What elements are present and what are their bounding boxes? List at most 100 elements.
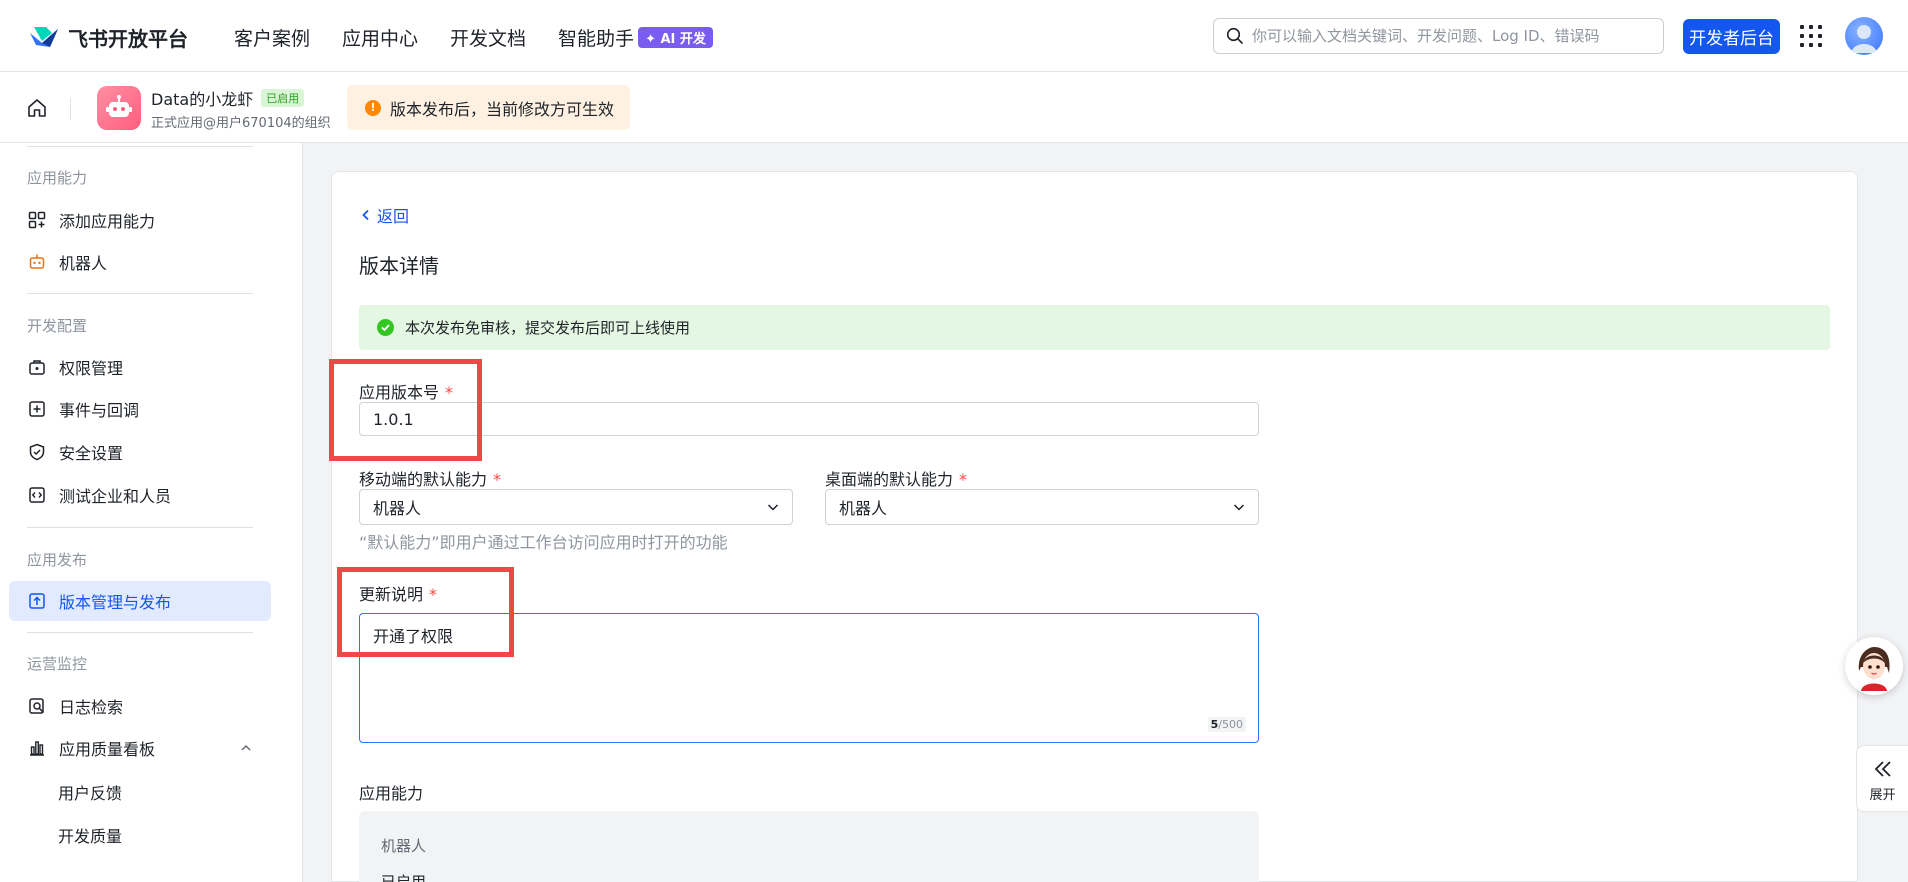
divider [70,98,71,120]
assistant-avatar[interactable] [1845,637,1903,695]
divider [27,632,253,633]
search-icon [1226,27,1243,44]
chevron-left-icon [362,209,369,221]
version-input[interactable]: 1.0.1 [359,402,1259,436]
sidebar-item-bot[interactable]: 机器人 [27,250,107,274]
user-avatar[interactable] [1845,17,1883,55]
search-box[interactable] [1213,18,1664,54]
app-robot-icon [97,86,141,130]
expand-panel-button[interactable]: 展开 [1856,745,1908,812]
assistant-character-icon [1849,641,1899,691]
sidebar-group-capability: 应用能力 [27,169,88,187]
publish-notice: ! 版本发布后，当前修改方可生效 [347,85,630,130]
default-capability-hint: “默认能力”即用户通过工作台访问应用时打开的功能 [359,533,728,552]
desktop-default-select[interactable]: 机器人 [825,489,1259,525]
nav-assistant[interactable]: 智能助手 ✦ AI 开发 [558,24,713,51]
version-detail-card [331,171,1858,882]
notice-text: 版本发布后，当前修改方可生效 [390,99,615,119]
back-link[interactable]: 返回 [359,203,409,227]
nav-cases[interactable]: 客户案例 [234,24,310,51]
sidebar-item-dev-quality[interactable]: 开发质量 [58,823,122,847]
warning-icon: ! [365,99,381,116]
capability-section-title: 应用能力 [359,784,424,803]
sidebar-item-events[interactable]: 事件与回调 [27,397,139,421]
chevron-down-icon [767,504,779,511]
sidebar-item-add-capability[interactable]: 添加应用能力 [27,208,155,232]
mobile-default-value: 机器人 [373,499,422,518]
sidebar-item-version-release[interactable]: 版本管理与发布 [9,581,271,621]
sidebar-item-user-feedback[interactable]: 用户反馈 [58,780,122,804]
code-icon [27,485,47,505]
update-notes-label: 更新说明 * [359,581,437,605]
sidebar-item-label: 事件与回调 [59,401,140,420]
sidebar-item-quality-board[interactable]: 应用质量看板 [27,736,253,760]
success-banner: 本次发布免审核，提交发布后即可上线使用 [359,305,1830,350]
mobile-default-select[interactable]: 机器人 [359,489,793,525]
success-text: 本次发布免审核，提交发布后即可上线使用 [405,319,691,337]
sidebar-item-label: 应用质量看板 [59,740,156,759]
chevron-down-icon [1233,504,1245,511]
sidebar-item-label: 权限管理 [59,359,124,378]
desktop-default-label: 桌面端的默认能力 * [825,466,967,490]
capability-box: 机器人 已启用 [359,811,1259,882]
nav-app-center[interactable]: 应用中心 [342,24,418,51]
sidebar-item-label: 添加应用能力 [59,212,156,231]
brand-name: 飞书开放平台 [68,26,188,51]
required-mark: * [429,585,438,604]
required-mark: * [445,383,454,402]
app-grid-icon[interactable] [1800,25,1822,47]
main-nav: 客户案例 应用中心 开发文档 智能助手 ✦ AI 开发 [234,24,713,51]
search-input[interactable] [1252,27,1642,45]
ai-badge: ✦ AI 开发 [638,27,713,48]
bar-chart-icon [27,738,47,758]
sidebar-item-label: 日志检索 [59,698,124,717]
sidebar-item-label: 测试企业和人员 [59,487,172,506]
home-icon[interactable] [26,97,48,119]
update-notes-value: 开通了权限 [373,627,454,646]
app-name: Data的小龙虾 已启用 [151,86,305,110]
sidebar-item-log-search[interactable]: 日志检索 [27,694,123,718]
nav-assistant-label: 智能助手 [558,28,635,50]
required-mark: * [959,470,968,489]
app-header-bar: Data的小龙虾 已启用 正式应用@用户670104的组织 ! 版本发布后，当前… [0,72,1908,143]
sidebar-group-ops: 运营监控 [27,655,88,673]
top-navigation: 飞书开放平台 客户案例 应用中心 开发文档 智能助手✦ AI 开发 开发者后台 [0,0,1908,72]
robot-icon [27,252,47,272]
sidebar-item-label: 安全设置 [59,444,124,463]
sidebar-item-test-org[interactable]: 测试企业和人员 [27,483,171,507]
sidebar: 应用能力 添加应用能力 机器人 开发配置 权限管理 事件与回调 安全设置 测试企… [0,143,303,882]
expand-label: 展开 [1869,788,1896,803]
mobile-default-label: 移动端的默认能力 * [359,466,501,490]
app-name-text: Data的小龙虾 [151,90,254,109]
update-notes-label-text: 更新说明 [359,585,424,604]
version-input-value: 1.0.1 [373,409,414,429]
divider [27,146,253,147]
divider [27,527,253,528]
nav-docs[interactable]: 开发文档 [450,24,526,51]
required-mark: * [493,470,502,489]
feishu-logo-icon [30,27,58,47]
version-label: 应用版本号 * [359,379,453,403]
status-badge: 已启用 [261,89,305,107]
apps-add-icon [27,210,47,230]
capability-state: 已启用 [381,873,427,882]
chevron-up-icon[interactable] [240,742,252,754]
event-add-icon [27,399,47,419]
update-notes-textarea[interactable]: 开通了权限 5/500 [359,613,1259,743]
briefcase-lock-icon [27,357,47,377]
back-label: 返回 [377,207,410,226]
sidebar-item-label: 版本管理与发布 [59,593,172,612]
char-counter: 5/500 [1207,717,1246,732]
sidebar-group-dev: 开发配置 [27,317,88,335]
sidebar-item-security[interactable]: 安全设置 [27,440,123,464]
version-label-text: 应用版本号 [359,383,440,402]
sidebar-item-permissions[interactable]: 权限管理 [27,355,123,379]
check-circle-icon [377,319,394,336]
brand-logo[interactable]: 飞书开放平台 [28,22,188,52]
sidebar-item-label: 机器人 [59,254,108,273]
developer-console-button[interactable]: 开发者后台 [1683,19,1780,54]
upload-icon [27,591,47,611]
divider [27,293,253,294]
page-title: 版本详情 [359,254,439,278]
shield-icon [27,442,47,462]
